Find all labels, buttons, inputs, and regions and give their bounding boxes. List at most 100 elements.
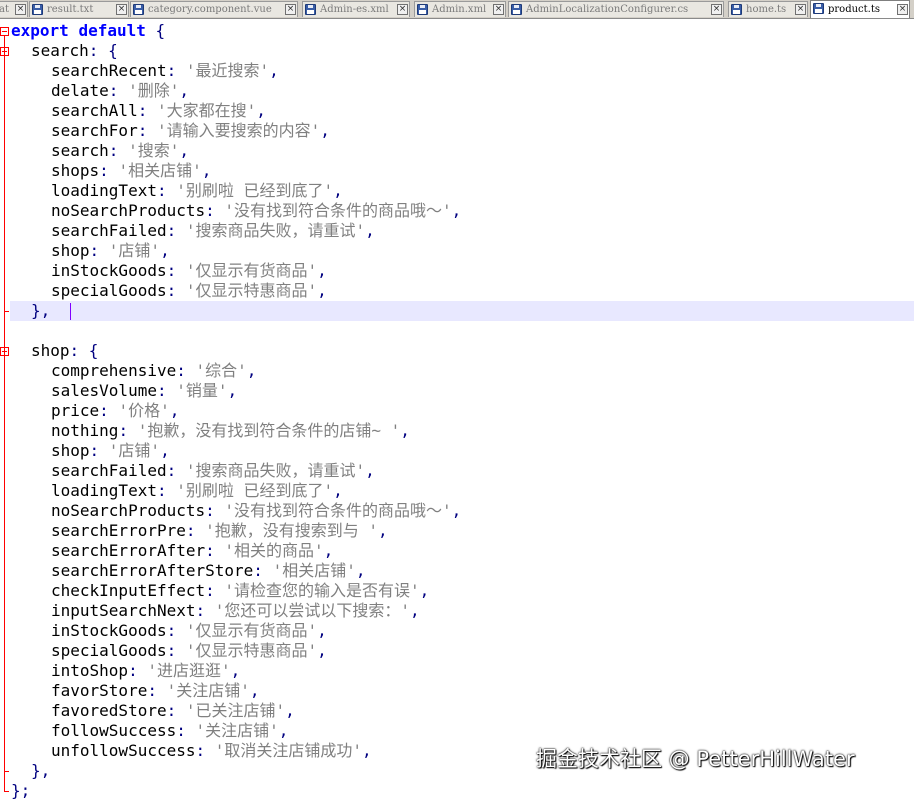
- code-line[interactable]: checkInputEffect: '请检查您的输入是否有误',: [51, 581, 429, 601]
- text-caret: [70, 303, 71, 320]
- code-line[interactable]: searchFor: '请输入要搜索的内容',: [51, 121, 330, 141]
- string-value: '大家都在搜': [156, 101, 257, 120]
- code-line[interactable]: specialGoods: '仅显示特惠商品',: [51, 281, 327, 301]
- code-line[interactable]: delate: '删除',: [51, 81, 189, 101]
- code-line[interactable]: specialGoods: '仅显示特惠商品',: [51, 641, 327, 661]
- string-value: '没有找到符合条件的商品哦～': [224, 501, 452, 520]
- string-value: '销量': [176, 381, 228, 400]
- string-value: '进店逛逛': [147, 661, 231, 680]
- code-line[interactable]: search: {: [31, 41, 118, 61]
- property-key: searchFor: [51, 121, 138, 140]
- string-value: '别刷啦 已经到底了': [176, 481, 334, 500]
- code-line[interactable]: loadingText: '别刷啦 已经到底了',: [51, 181, 343, 201]
- code-line[interactable]: nothing: '抱歉，没有找到符合条件的店铺~ ',: [51, 421, 410, 441]
- code-line[interactable]: shop: {: [31, 341, 98, 361]
- close-icon[interactable]: ×: [711, 4, 722, 15]
- tab-at[interactable]: at ×: [0, 1, 28, 17]
- code-line[interactable]: search: '搜索',: [51, 141, 189, 161]
- tab-product-ts[interactable]: product.ts ×: [810, 0, 910, 18]
- code-line[interactable]: shop: '店铺',: [51, 241, 170, 261]
- code-line[interactable]: unfollowSuccess: '取消关注店铺成功',: [51, 741, 372, 761]
- export-keyword: export: [11, 21, 69, 40]
- code-line[interactable]: intoShop: '进店逛逛',: [51, 661, 240, 681]
- tab-label: result.txt: [47, 4, 94, 15]
- string-value: '抱歉，没有找到符合条件的店铺~ ': [137, 421, 401, 440]
- string-value: '相关的商品': [224, 541, 324, 560]
- code-line[interactable]: noSearchProducts: '没有找到符合条件的商品哦～',: [51, 501, 461, 521]
- property-key: specialGoods: [51, 281, 167, 300]
- save-icon: [133, 4, 144, 15]
- code-line[interactable]: },: [31, 301, 50, 321]
- code-line[interactable]: },: [31, 761, 50, 781]
- close-icon[interactable]: ×: [795, 4, 806, 15]
- close-icon[interactable]: ×: [397, 4, 408, 15]
- code-line[interactable]: inStockGoods: '仅显示有货商品',: [51, 261, 327, 281]
- tab-category-component-vue[interactable]: category.component.vue ×: [130, 1, 298, 17]
- code-line[interactable]: noSearchProducts: '没有找到符合条件的商品哦～',: [51, 201, 461, 221]
- code-line[interactable]: inStockGoods: '仅显示有货商品',: [51, 621, 327, 641]
- string-value: '店铺': [108, 241, 161, 260]
- tab-label: category.component.vue: [148, 4, 272, 15]
- close-icon[interactable]: ×: [116, 4, 127, 15]
- property-key: inputSearchNext: [51, 601, 196, 620]
- property-key: search: [51, 141, 109, 160]
- code-line[interactable]: searchErrorPre: '抱歉，没有搜索到与 ',: [51, 521, 388, 541]
- close-icon[interactable]: ×: [285, 4, 296, 15]
- code-line[interactable]: searchRecent: '最近搜索',: [51, 61, 279, 81]
- string-value: '价格': [118, 401, 170, 420]
- fold-margin: [0, 19, 9, 794]
- code-line[interactable]: loadingText: '别刷啦 已经到底了',: [51, 481, 343, 501]
- fold-guide-line: [4, 36, 5, 791]
- close-brace: },: [31, 301, 51, 320]
- code-line[interactable]: followSuccess: '关注店铺',: [51, 721, 288, 741]
- save-icon: [305, 4, 316, 15]
- string-value: '关注店铺': [166, 681, 250, 700]
- tab-admin-localization-configurer-cs[interactable]: AdminLocalizationConfigurer.cs ×: [508, 1, 724, 17]
- tab-label: AdminLocalizationConfigurer.cs: [526, 4, 689, 15]
- code-line[interactable]: searchFailed: '搜索商品失败，请重试',: [51, 221, 375, 241]
- property-key: delate: [51, 81, 109, 100]
- property-key: comprehensive: [51, 361, 177, 380]
- tab-home-ts[interactable]: home.ts ×: [728, 1, 808, 17]
- tab-label: Admin.xml: [432, 4, 487, 15]
- property-key: searchErrorAfter: [51, 541, 206, 560]
- code-line[interactable]: favorStore: '关注店铺',: [51, 681, 260, 701]
- string-value: '请输入要搜索的内容': [156, 121, 321, 140]
- code-line[interactable]: inputSearchNext: '您还可以尝试以下搜索：',: [51, 601, 420, 621]
- property-key: loadingText: [51, 481, 157, 500]
- fold-toggle-icon[interactable]: [0, 27, 9, 36]
- code-line[interactable]: };: [11, 781, 30, 801]
- property-key: loadingText: [51, 181, 157, 200]
- save-icon: [511, 4, 522, 15]
- string-value: '最近搜索': [185, 61, 270, 80]
- property-key: searchFailed: [51, 221, 167, 240]
- code-editor[interactable]: export default {search: {searchRecent: '…: [0, 19, 914, 800]
- property-key: inStockGoods: [51, 261, 167, 280]
- code-line[interactable]: favoredStore: '已关注店铺',: [51, 701, 295, 721]
- property-key: noSearchProducts: [51, 201, 206, 220]
- tab-bar: at × result.txt × category.component.vue…: [0, 0, 914, 19]
- code-line[interactable]: shop: '店铺',: [51, 441, 170, 461]
- code-line[interactable]: salesVolume: '销量',: [51, 381, 237, 401]
- close-icon[interactable]: ×: [897, 4, 908, 15]
- property-key: inStockGoods: [51, 621, 167, 640]
- close-brace: };: [11, 781, 31, 800]
- group-name: search: [31, 41, 89, 60]
- code-line[interactable]: searchAll: '大家都在搜',: [51, 101, 266, 121]
- tab-result-txt[interactable]: result.txt ×: [29, 1, 129, 17]
- property-key: searchFailed: [51, 461, 167, 480]
- close-icon[interactable]: ×: [493, 4, 504, 15]
- code-line[interactable]: export default {: [11, 21, 165, 41]
- code-line[interactable]: searchErrorAfterStore: '相关店铺',: [51, 561, 365, 581]
- property-key: favorStore: [51, 681, 148, 700]
- save-icon: [731, 4, 742, 15]
- code-line[interactable]: searchErrorAfter: '相关的商品',: [51, 541, 333, 561]
- code-line[interactable]: shops: '相关店铺',: [51, 161, 211, 181]
- tab-admin-es-xml[interactable]: Admin-es.xml ×: [302, 1, 410, 17]
- string-value: '搜索商品失败，请重试': [185, 461, 366, 480]
- code-line[interactable]: searchFailed: '搜索商品失败，请重试',: [51, 461, 375, 481]
- close-icon[interactable]: ×: [15, 4, 26, 15]
- tab-admin-xml[interactable]: Admin.xml ×: [414, 1, 506, 17]
- code-line[interactable]: comprehensive: '综合',: [51, 361, 256, 381]
- code-line[interactable]: price: '价格',: [51, 401, 179, 421]
